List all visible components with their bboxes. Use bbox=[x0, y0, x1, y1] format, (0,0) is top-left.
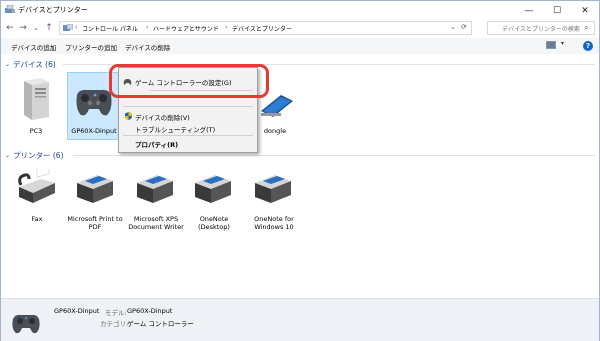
printer-label: Fax bbox=[31, 215, 43, 223]
device-label: PC3 bbox=[29, 127, 43, 135]
menu-separator bbox=[123, 135, 253, 136]
printers-section-header[interactable]: プリンター (6) bbox=[13, 150, 64, 161]
control-panel-icon bbox=[63, 24, 73, 31]
breadcrumb-separator: › bbox=[146, 23, 149, 31]
gamepad-icon bbox=[12, 314, 40, 334]
minimize-button[interactable]: — bbox=[515, 1, 543, 20]
help-button[interactable]: ? bbox=[583, 41, 593, 51]
printer-icon[interactable] bbox=[133, 169, 177, 205]
remove-device-button[interactable]: デバイスの削除 bbox=[125, 42, 170, 52]
search-box[interactable]: デバイスとプリンターの検索 ⌕ bbox=[487, 21, 595, 35]
up-button[interactable]: ↑ bbox=[43, 21, 55, 35]
detail-model-key: モデル: bbox=[105, 309, 127, 317]
highlight-ring bbox=[109, 64, 269, 98]
shield-icon bbox=[125, 112, 132, 120]
detail-category-key: カテゴリ: bbox=[100, 320, 129, 328]
breadcrumb-control-panel[interactable]: コントロール パネル bbox=[82, 24, 138, 33]
printer-label: OneNote for Windows 10 bbox=[254, 215, 294, 231]
close-button[interactable]: ✕ bbox=[571, 1, 599, 20]
printer-label: Microsoft XPS Document Writer bbox=[128, 215, 184, 231]
window-title: デバイスとプリンター bbox=[18, 6, 88, 14]
command-bar: デバイスの追加 プリンターの追加 デバイスの削除 bbox=[1, 38, 599, 54]
add-printer-button[interactable]: プリンターの追加 bbox=[65, 42, 117, 52]
back-button[interactable]: ← bbox=[4, 21, 16, 35]
device-label: GP60X-Dinput bbox=[71, 127, 117, 135]
menu-separator bbox=[123, 106, 253, 107]
breadcrumb-separator: › bbox=[225, 23, 228, 31]
collapse-printers-icon[interactable]: ⌄ bbox=[5, 152, 10, 159]
breadcrumb-devices-printers[interactable]: デバイスとプリンター bbox=[232, 24, 292, 33]
printer-icon[interactable] bbox=[73, 169, 117, 205]
devices-printers-app-icon bbox=[5, 5, 15, 13]
breadcrumb-separator: › bbox=[75, 23, 78, 31]
refresh-icon[interactable]: ⟳ bbox=[461, 23, 467, 31]
address-dropdown-icon[interactable]: ⌄ bbox=[450, 23, 456, 31]
section-divider bbox=[73, 155, 595, 156]
device-label: dongle bbox=[263, 127, 287, 135]
breadcrumb-hardware-sound[interactable]: ハードウェアとサウンド bbox=[153, 24, 219, 33]
title-bar bbox=[1, 1, 599, 20]
pc-tower-icon[interactable] bbox=[19, 77, 53, 121]
search-icon[interactable]: ⌕ bbox=[584, 23, 588, 33]
details-pane: GP60X-Dinput モデル: GP60X-Dinput カテゴリ: ゲーム… bbox=[1, 298, 599, 341]
fax-icon[interactable] bbox=[15, 169, 59, 205]
devices-and-printers-window: デバイスとプリンター — ☐ ✕ ← → ⌄ ↑ › コントロール パネル › … bbox=[0, 0, 600, 341]
menu-item-troubleshoot[interactable]: トラブルシューティング(T) bbox=[135, 124, 215, 134]
detail-model-value: GP60X-Dinput bbox=[127, 307, 173, 315]
detail-category-value: ゲーム コントローラー bbox=[127, 320, 194, 328]
search-input[interactable]: デバイスとプリンターの検索 bbox=[502, 24, 580, 33]
devices-section-header[interactable]: デバイス (6) bbox=[13, 59, 56, 70]
printer-icon[interactable] bbox=[191, 169, 235, 205]
forward-button[interactable]: → bbox=[17, 21, 29, 35]
menu-item-properties[interactable]: プロパティ(R) bbox=[135, 139, 178, 149]
menu-item-remove-device[interactable]: デバイスの削除(V) bbox=[135, 112, 190, 122]
address-bar[interactable]: › コントロール パネル › ハードウェアとサウンド › デバイスとプリンター … bbox=[59, 21, 472, 35]
view-dropdown-icon[interactable]: ▾ bbox=[561, 40, 564, 47]
recent-locations-button[interactable]: ⌄ bbox=[30, 21, 42, 35]
printer-label: OneNote (Desktop) bbox=[198, 215, 230, 231]
maximize-button[interactable]: ☐ bbox=[543, 1, 571, 20]
change-view-icon[interactable] bbox=[546, 41, 556, 49]
add-device-button[interactable]: デバイスの追加 bbox=[11, 42, 56, 52]
printer-label: Microsoft Print to PDF bbox=[67, 215, 123, 231]
printer-icon[interactable] bbox=[251, 169, 295, 205]
collapse-devices-icon[interactable]: ⌄ bbox=[5, 61, 10, 68]
detail-device-name: GP60X-Dinput bbox=[54, 307, 100, 315]
